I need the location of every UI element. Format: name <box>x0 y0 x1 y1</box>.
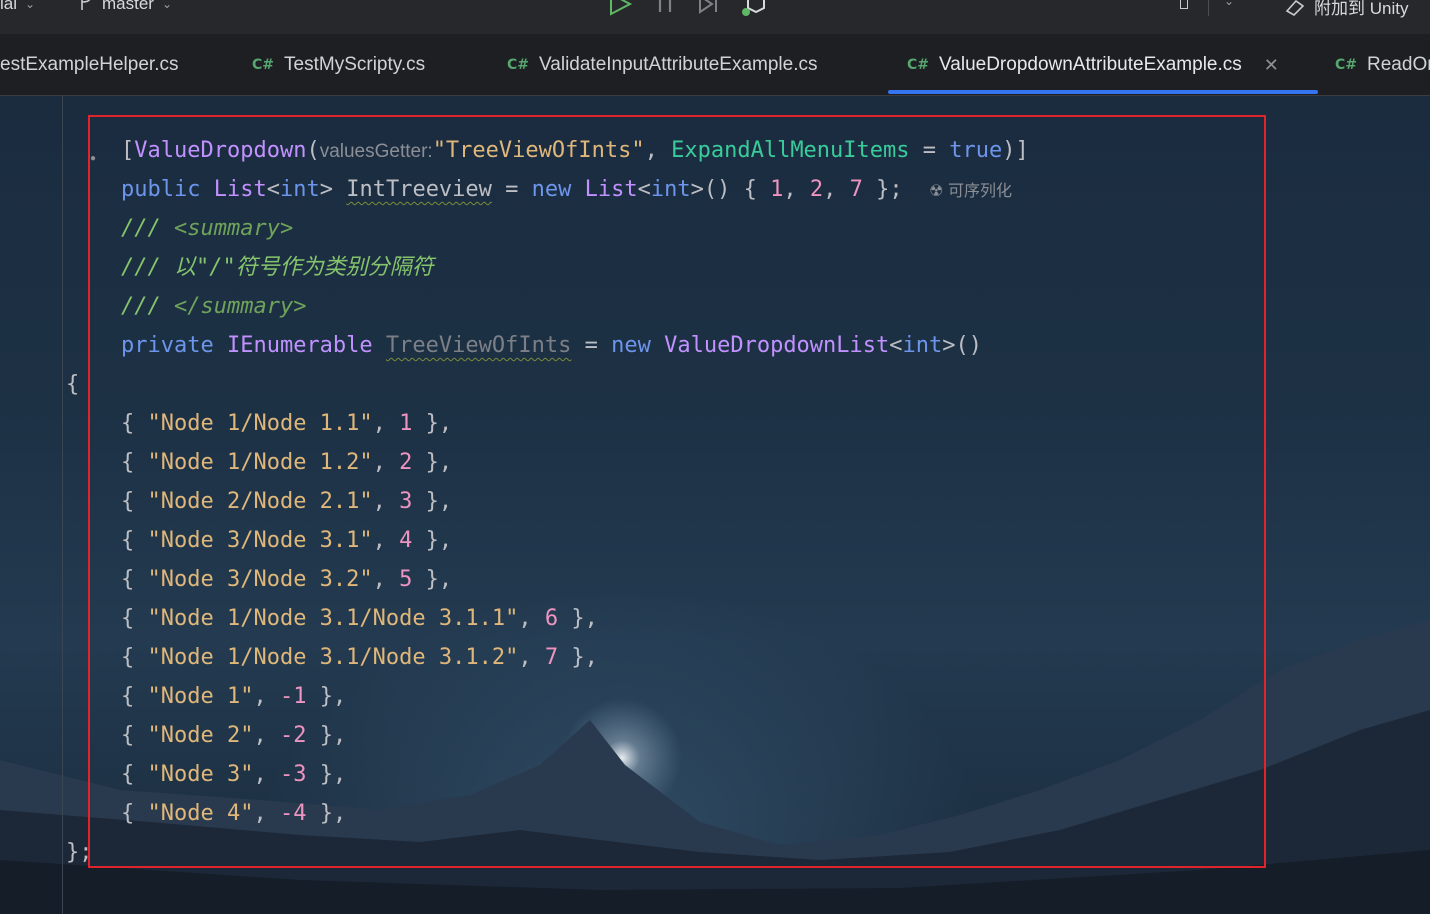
indent-guide <box>62 96 63 914</box>
attach-unity-button[interactable]: 附加到 Unity <box>1284 0 1408 19</box>
code-line-entry: { "Node 4", -4 }, <box>121 801 347 826</box>
code-line-comment: /// <summary> <box>121 216 294 241</box>
editor-tab-bar: estExampleHelper.cs C# TestMyScripty.cs … <box>0 34 1430 96</box>
code-line-treeviewofints: private IEnumerable TreeViewOfInts = new… <box>121 333 983 358</box>
title-bar: ial ⌄ master ⌄ ⌄ 附加到 Unity <box>0 0 1430 34</box>
code-line-entry: { "Node 2", -2 }, <box>121 723 347 748</box>
parameter-hint: valuesGetter: <box>319 141 433 162</box>
code-line-brace-open: { <box>66 372 80 397</box>
code-line-comment: /// </summary> <box>121 294 307 319</box>
chevron-down-icon: ⌄ <box>25 0 36 11</box>
tab-validateinputattributeexample[interactable]: C# ValidateInputAttributeExample.cs <box>507 52 817 78</box>
tab-valuedropdownattributeexample[interactable]: C# ValueDropdownAttributeExample.cs ✕ <box>907 52 1279 78</box>
chevron-down-icon: ⌄ <box>161 0 173 11</box>
serializable-hint: ☢ 可序列化 <box>929 183 1012 200</box>
attach-label: 附加到 Unity <box>1314 0 1409 18</box>
tab-testexamplehelper[interactable]: estExampleHelper.cs <box>0 52 178 78</box>
tab-label: TestMyScripty.cs <box>284 54 426 75</box>
tab-label: estExampleHelper.cs <box>0 54 179 75</box>
code-line-attribute: [ValueDropdown(valuesGetter:"TreeViewOfI… <box>121 138 1029 163</box>
code-line-entry: { "Node 1", -1 }, <box>121 684 347 709</box>
code-line-brace-close: }; <box>66 840 93 865</box>
tab-label: ValidateInputAttributeExample.cs <box>539 54 818 75</box>
branch-selector[interactable]: master ⌄ <box>78 0 172 14</box>
unity-debug-icon[interactable] <box>740 0 772 18</box>
tab-readonly[interactable]: C# ReadOn <box>1335 52 1430 78</box>
branch-name: master <box>102 0 154 13</box>
csharp-file-icon: C# <box>907 57 930 73</box>
device-icon[interactable] <box>1180 0 1188 9</box>
code-line-entry: { "Node 1/Node 1.2", 2 }, <box>121 450 453 475</box>
code-line-entry: { "Node 1/Node 3.1/Node 3.1.2", 7 }, <box>121 645 598 670</box>
code-line-entry: { "Node 3", -3 }, <box>121 762 347 787</box>
code-line-comment: /// 以"/"符号作为类别分隔符 <box>121 255 434 280</box>
code-line-entry: { "Node 2/Node 2.1", 3 }, <box>121 489 453 514</box>
project-selector[interactable]: ial ⌄ <box>0 0 35 14</box>
project-name: ial <box>0 0 18 13</box>
code-line-inttreeview: public List<int> IntTreeview = new List<… <box>121 177 1012 202</box>
csharp-file-icon: C# <box>252 57 275 73</box>
separator <box>1208 0 1209 16</box>
csharp-file-icon: C# <box>507 57 530 73</box>
tab-testmyscripty[interactable]: C# TestMyScripty.cs <box>252 52 425 78</box>
code-line-entry: { "Node 1/Node 3.1/Node 3.1.1", 6 }, <box>121 606 598 631</box>
active-tab-indicator <box>888 90 1318 94</box>
fold-marker-icon[interactable]: ● <box>90 153 96 164</box>
code-line-entry: { "Node 1/Node 1.1", 1 }, <box>121 411 453 436</box>
csharp-file-icon: C# <box>1335 57 1358 73</box>
pause-icon[interactable] <box>654 0 678 16</box>
close-tab-icon[interactable]: ✕ <box>1264 55 1279 76</box>
step-icon[interactable] <box>696 0 724 16</box>
tab-label: ValueDropdownAttributeExample.cs <box>939 54 1242 75</box>
run-icon[interactable] <box>606 0 634 16</box>
attach-icon <box>1285 0 1305 16</box>
chevron-down-icon[interactable]: ⌄ <box>1224 0 1234 8</box>
branch-icon <box>81 0 91 10</box>
tab-label: ReadOn <box>1367 54 1430 75</box>
code-line-entry: { "Node 3/Node 3.2", 5 }, <box>121 567 453 592</box>
code-line-entry: { "Node 3/Node 3.1", 4 }, <box>121 528 453 553</box>
